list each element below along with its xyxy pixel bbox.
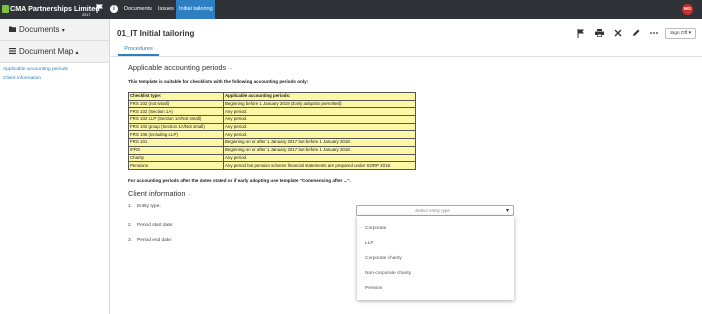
section-heading-client-information: Client information – (128, 189, 191, 198)
chevron-up-icon: ▴ (75, 50, 79, 56)
sidebar-link-client-information[interactable]: Client information (3, 76, 41, 81)
print-icon[interactable] (595, 29, 604, 40)
option-corporate-charity[interactable]: Corporate charity (365, 256, 402, 261)
cell-period: Any period. (223, 153, 416, 163)
question-entity-type: Entity type: (137, 204, 161, 209)
section-heading-accounting-periods: Applicable accounting periods – (128, 63, 232, 72)
tab-procedures[interactable]: Procedures (118, 44, 159, 56)
section-title: Applicable accounting periods (128, 63, 227, 72)
cell-period: Beginning on or after 1 January 2017 but… (223, 145, 416, 155)
option-corporate[interactable]: Corporate (365, 226, 386, 231)
cell-type: Pensions (128, 161, 224, 170)
sign-off-button[interactable]: Sign Off ▾ (665, 28, 696, 39)
entity-type-select[interactable]: Select entity type ▾ (356, 205, 514, 216)
table-row: FRS 105 (including LLP) Any period. (128, 130, 416, 140)
chevron-down-icon: ▾ (505, 208, 509, 214)
table-row: FRS 102 group (Section 1A/Not small) Any … (128, 122, 416, 132)
flag-icon[interactable] (577, 29, 585, 41)
collapse-toggle[interactable]: – (189, 192, 192, 198)
document-map-panel-header[interactable]: Document Map ▴ (0, 41, 109, 63)
table-header-row: Checklist type: Applicable accounting pe… (128, 92, 416, 101)
entity-type-placeholder: Select entity type (415, 208, 450, 213)
collapse-toggle[interactable]: – (229, 66, 232, 72)
cell-period: Beginning before 1 January 2019 (Early a… (223, 99, 416, 109)
table-row: FRS 102 (Section 1A) Any period. (128, 107, 416, 117)
info-icon[interactable]: i (110, 5, 118, 13)
pencil-icon[interactable] (632, 29, 640, 40)
entity-type-dropdown: Corporate LLP Corporate charity Non-corp… (357, 216, 514, 300)
chevron-down-icon: ▾ (61, 28, 65, 34)
cell-type: IFRS (128, 145, 224, 155)
question-period-end-date: Period end date: (137, 238, 173, 243)
table-row: FRS 102 LLP (Section 1A/Not small) Any pe… (128, 115, 416, 124)
sidebar: Documents ▾ Document Map ▴ Applicable ac… (0, 19, 110, 314)
cell-period: Any period. (223, 107, 416, 117)
nav-issues[interactable]: Issues (158, 0, 176, 19)
flag-icon[interactable] (96, 4, 104, 16)
chevron-down-icon: ▾ (688, 31, 691, 36)
header-checklist-type: Checklist type: (128, 92, 224, 101)
table-row: Charity Any period. (128, 153, 416, 163)
section-title: Client information (128, 189, 186, 198)
question-number: 3. (128, 238, 133, 243)
cell-type: FRS 101 (128, 138, 224, 147)
folder-icon (9, 25, 16, 34)
question-number: 2. (128, 223, 133, 228)
cell-period: Any period but pension scheme financial … (223, 161, 416, 170)
cell-period: Any period. (223, 122, 416, 132)
table-row: Pensions Any period but pension scheme fi… (128, 161, 416, 170)
logo-icon (2, 5, 9, 13)
cell-type: FRS 102 LLP (Section 1A/Not small) (128, 115, 224, 124)
option-non-corporate-charity[interactable]: Non-corporate charity (365, 271, 411, 276)
cell-period: Any period. (223, 130, 416, 140)
list-icon (9, 47, 16, 56)
cell-type: Charity (128, 153, 224, 163)
documents-panel-header[interactable]: Documents ▾ (0, 19, 109, 41)
cell-type: FRS 102 (Section 1A) (128, 107, 224, 117)
cell-type: FRS 102 group (Section 1A/Not small) (128, 122, 224, 132)
more-icon[interactable] (650, 29, 658, 40)
sign-off-label: Sign Off (669, 31, 688, 36)
cross-tools-icon[interactable] (614, 29, 622, 40)
note-text: For accounting periods after the dates s… (128, 178, 351, 183)
table-row: FRS 102 (not small) Beginning before 1 Ja… (128, 99, 416, 109)
table-row: FRS 101 Beginning on or after 1 January 2… (128, 138, 416, 147)
page-title: 01_IT Initial tailoring (117, 29, 195, 38)
document-map-label: Document Map (19, 47, 74, 56)
cell-type: FRS 102 (not small) (128, 99, 224, 109)
cell-period: Beginning on or after 1 January 2017 but… (223, 138, 416, 147)
sidebar-link-accounting-periods[interactable]: Applicable accounting periods (3, 67, 68, 72)
option-llp[interactable]: LLP (365, 241, 374, 246)
nav-initial-tailoring[interactable]: Initial tailoring (176, 0, 215, 19)
header-applicable-periods: Applicable accounting periods: (223, 92, 416, 101)
question-number: 1. (128, 204, 133, 209)
accounting-periods-table: Checklist type: Applicable accounting pe… (128, 92, 416, 170)
company-name[interactable]: CMA Partnerships Limited (10, 4, 100, 13)
intro-text: This template is suitable for checklists… (128, 79, 309, 84)
documents-label: Documents (19, 25, 60, 34)
option-pension[interactable]: Pension (365, 286, 382, 291)
top-bar: CMA Partnerships Limited 2017 i Document… (0, 0, 702, 19)
divider (111, 56, 702, 57)
company-year: 2017 (82, 13, 91, 17)
cell-type: FRS 105 (including LLP) (128, 130, 224, 140)
question-period-start-date: Period start date: (137, 223, 174, 228)
cell-period: Any period. (223, 115, 416, 124)
table-row: IFRS Beginning on or after 1 January 2017… (128, 145, 416, 155)
avatar[interactable]: MS (682, 4, 693, 15)
nav-documents[interactable]: Documents (124, 0, 152, 19)
